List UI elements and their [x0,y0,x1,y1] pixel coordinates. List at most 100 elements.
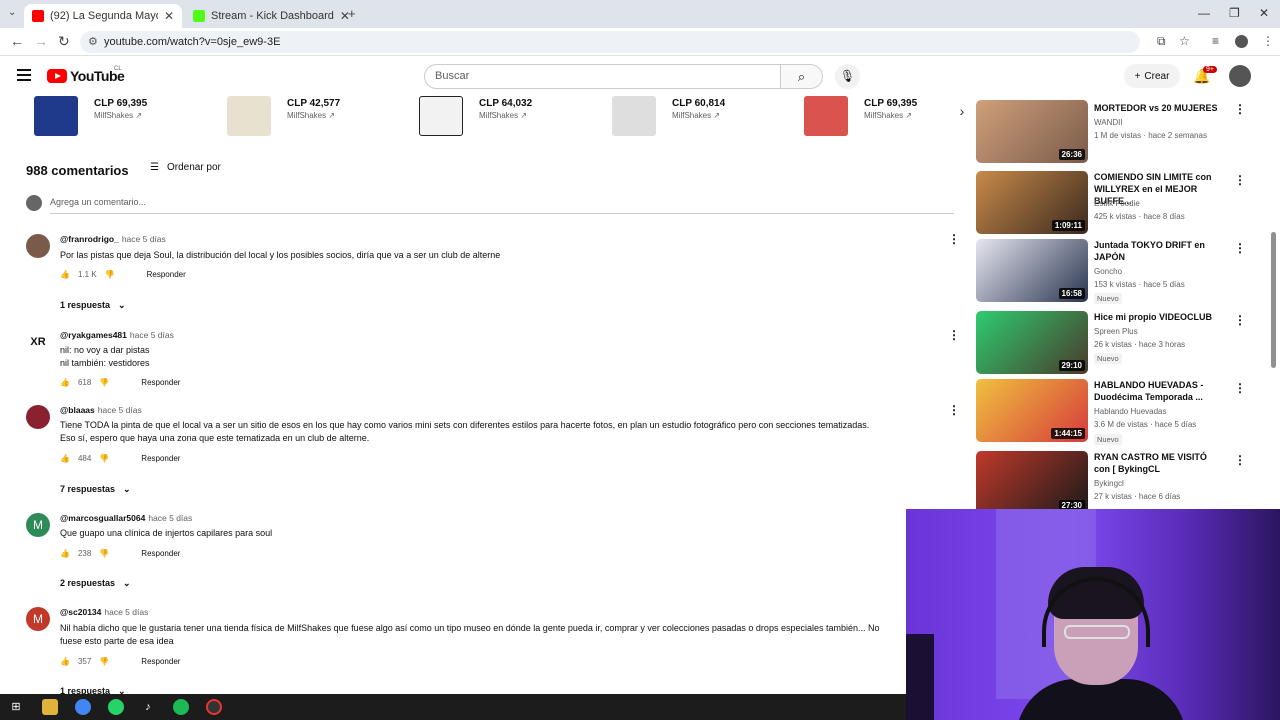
add-comment-input[interactable]: Agrega un comentario... [50,197,954,214]
avatar[interactable]: M [26,513,50,537]
video-title[interactable]: HABLANDO HUEVADAS - Duodécima Temporada … [1094,379,1224,403]
new-tab-button[interactable]: + [348,6,356,21]
merch-shop-link[interactable]: MilfShakes ↗ [287,111,335,120]
dislike-icon[interactable]: 👎 [99,549,109,558]
replies-toggle[interactable]: 7 respuestas ⌄ [60,484,131,495]
reply-button[interactable]: Responder [141,549,180,558]
youtube-logo-icon[interactable] [47,69,67,83]
video-thumbnail[interactable]: 1:09:11 [976,171,1088,234]
tab-kick-dashboard[interactable]: Stream - Kick Dashboard ✕ [185,4,350,28]
reload-icon[interactable]: ↻ [58,33,70,50]
close-window-icon[interactable]: ✕ [1259,6,1269,20]
comment-menu-icon[interactable]: ⋮ [948,328,960,342]
video-title[interactable]: MORTEDOR vs 20 MUJERES [1094,102,1224,114]
video-title[interactable]: RYAN CASTRO ME VISITÓ con [ BykingCL [1094,451,1224,475]
recommended-video[interactable]: 29:10 Hice mi propio VIDEOCLUB Spreen Pl… [976,311,1246,375]
merch-shop-link[interactable]: MilfShakes ↗ [864,111,912,120]
sort-button[interactable]: ☰ Ordenar por [150,162,221,173]
close-tab-icon[interactable]: ✕ [164,9,174,23]
like-icon[interactable]: 👍 [60,549,70,558]
windows-start-icon[interactable]: ⊞ [8,699,24,715]
merch-shop-link[interactable]: MilfShakes ↗ [94,111,142,120]
video-menu-icon[interactable]: ⋮ [1234,102,1246,116]
recommended-video[interactable]: 27:30 RYAN CASTRO ME VISITÓ con [ Byking… [976,451,1246,515]
channel-name[interactable]: Hablando Huevadas [1094,407,1167,416]
replies-toggle[interactable]: 1 respuesta ⌄ [60,300,126,311]
comment-menu-icon[interactable]: ⋮ [948,403,960,417]
search-input[interactable]: Buscar [424,64,781,89]
browser-menu-icon[interactable]: ⋮ [1262,34,1274,48]
merch-shop-link[interactable]: MilfShakes ↗ [479,111,527,120]
channel-name[interactable]: Bykingcl [1094,479,1124,488]
dislike-icon[interactable]: 👎 [99,378,109,387]
tab-search-icon[interactable]: ⌄ [8,7,16,18]
channel-name[interactable]: WANDII [1094,118,1123,127]
avatar[interactable]: XR [26,330,50,354]
menu-icon[interactable] [17,69,31,84]
comment-menu-icon[interactable]: ⋮ [948,232,960,246]
avatar[interactable] [26,405,50,429]
page-scrollbar[interactable] [1271,232,1276,368]
like-icon[interactable]: 👍 [60,378,70,387]
site-info-icon[interactable]: ⚙ [88,35,98,48]
like-icon[interactable]: 👍 [60,454,70,463]
spotify-icon[interactable] [173,699,189,715]
forward-icon[interactable]: → [34,33,48,49]
channel-name[interactable]: Spreen Plus [1094,327,1138,336]
channel-name[interactable]: Goncho [1094,267,1122,276]
merch-shop-link[interactable]: MilfShakes ↗ [672,111,720,120]
chrome-icon[interactable] [75,699,91,715]
video-menu-icon[interactable]: ⋮ [1234,173,1246,187]
dislike-icon[interactable]: 👎 [99,657,109,666]
minimize-icon[interactable]: — [1198,6,1210,20]
video-thumbnail[interactable]: 16:58 [976,239,1088,302]
whatsapp-icon[interactable] [108,699,124,715]
merch-next-arrow-icon[interactable]: › [953,103,971,121]
search-button[interactable]: ⌕ [781,64,823,89]
reply-button[interactable]: Responder [141,454,180,463]
file-explorer-icon[interactable] [42,699,58,715]
profile-avatar[interactable] [1235,35,1248,48]
like-icon[interactable]: 👍 [60,657,70,666]
recommended-video[interactable]: 26:36 MORTEDOR vs 20 MUJERES WANDII 1 M … [976,100,1246,164]
comment-author[interactable]: @marcosguallar5064 hace 5 días [60,513,192,523]
video-menu-icon[interactable]: ⋮ [1234,313,1246,327]
voice-search-button[interactable]: 🎙 [835,64,860,89]
comment-author[interactable]: @franrodrigo_ hace 5 días [60,234,166,244]
install-app-icon[interactable]: ⧉ [1157,34,1166,49]
video-title[interactable]: Juntada TOKYO DRIFT en JAPÓN [1094,239,1224,263]
back-icon[interactable]: ← [10,33,24,49]
reply-button[interactable]: Responder [141,378,180,387]
account-avatar[interactable] [1229,65,1251,87]
like-icon[interactable]: 👍 [60,270,70,279]
tab-youtube[interactable]: (92) La Segunda Mayor Inversió ✕ [24,4,182,28]
video-thumbnail[interactable]: 26:36 [976,100,1088,163]
bookmark-star-icon[interactable]: ☆ [1179,34,1190,48]
avatar[interactable] [26,234,50,258]
dislike-icon[interactable]: 👎 [105,270,115,279]
dislike-icon[interactable]: 👎 [99,454,109,463]
reply-button[interactable]: Responder [147,270,186,279]
channel-name[interactable]: Estlik Foodie [1094,199,1140,208]
create-button[interactable]: + Crear [1124,64,1180,88]
video-thumbnail[interactable]: 27:30 [976,451,1088,514]
obs-icon[interactable] [206,699,222,715]
comment-author[interactable]: @blaaas hace 5 días [60,405,142,415]
video-thumbnail[interactable]: 29:10 [976,311,1088,374]
recommended-video[interactable]: 1:44:15 HABLANDO HUEVADAS - Duodécima Te… [976,379,1246,445]
video-menu-icon[interactable]: ⋮ [1234,241,1246,255]
replies-toggle[interactable]: 2 respuestas ⌄ [60,578,131,589]
recommended-video[interactable]: 16:58 Juntada TOKYO DRIFT en JAPÓN Gonch… [976,239,1246,304]
tiktok-icon[interactable]: ♪ [140,699,156,715]
comment-author[interactable]: @ryakgames481 hace 5 días [60,330,174,340]
url-bar[interactable]: ⚙ youtube.com/watch?v=0sje_ew9-3E [80,31,1140,53]
video-title[interactable]: Hice mi propio VIDEOCLUB [1094,311,1224,323]
video-menu-icon[interactable]: ⋮ [1234,381,1246,395]
video-menu-icon[interactable]: ⋮ [1234,453,1246,467]
avatar[interactable]: M [26,607,50,631]
maximize-icon[interactable]: ❐ [1229,6,1240,20]
recommended-video[interactable]: 1:09:11 COMIENDO SIN LIMITE con WILLYREX… [976,171,1246,235]
video-thumbnail[interactable]: 1:44:15 [976,379,1088,442]
reading-list-icon[interactable]: ≡ [1212,34,1219,48]
reply-button[interactable]: Responder [141,657,180,666]
